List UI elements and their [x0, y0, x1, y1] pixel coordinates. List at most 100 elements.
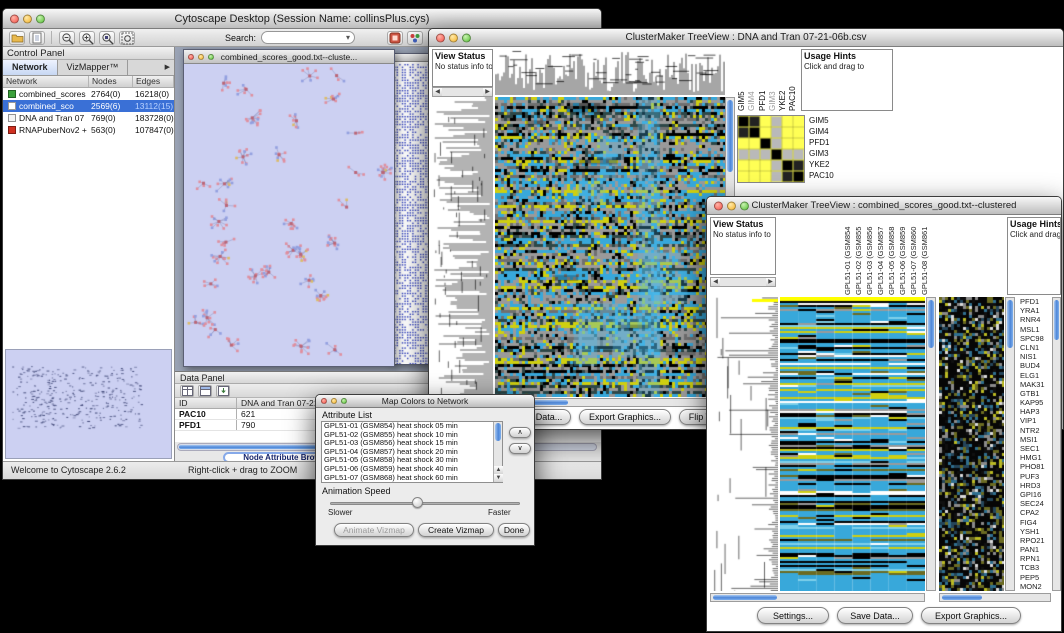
heatmap-vscrollbar[interactable] — [926, 297, 936, 591]
minimize-icon[interactable] — [727, 201, 736, 210]
open-session-icon[interactable] — [9, 31, 25, 45]
attribute-item[interactable]: GPL51-02 (GSM855) heat shock 10 min — [322, 431, 493, 440]
network-row[interactable]: DNA and Tran 07 769(0) 183728(0) — [3, 112, 174, 124]
scrollbar-thumb[interactable] — [928, 300, 934, 348]
network-graph-canvas[interactable] — [184, 64, 394, 366]
network-overview-canvas[interactable] — [6, 350, 171, 458]
network-row[interactable]: combined_scores 2764(0) 16218(0) — [3, 88, 174, 100]
listbox-vscrollbar[interactable]: ▲ ▼ — [493, 422, 502, 482]
column-label[interactable]: GPL51-01 (GSM854 — [843, 217, 854, 295]
gene-label[interactable]: BUD4 — [1018, 361, 1051, 370]
column-label[interactable]: GPL51-03 (GSM856 — [865, 217, 876, 295]
scrollbar-thumb[interactable] — [727, 100, 733, 172]
column-label[interactable]: GPL51-05 (GSM858 — [887, 217, 898, 295]
export-graphics-button[interactable]: Export Graphics... — [921, 607, 1021, 624]
column-label[interactable]: GPL51-07 (GSM860 — [909, 217, 920, 295]
row-dendrogram-canvas[interactable] — [432, 97, 493, 397]
expression-heatmap-canvas[interactable] — [780, 297, 925, 591]
secondary-hscrollbar[interactable] — [939, 593, 1051, 602]
select-attributes-icon[interactable] — [180, 385, 194, 397]
scrollbar-thumb[interactable] — [1007, 300, 1013, 348]
scroll-right-icon[interactable]: ▶ — [483, 88, 492, 96]
settings-button[interactable]: Settings... — [757, 607, 829, 624]
column-nodes[interactable]: Nodes — [89, 76, 133, 87]
move-up-button[interactable]: ∧ — [509, 427, 531, 438]
gene-label[interactable]: TCB3 — [1018, 563, 1051, 572]
scroll-left-icon[interactable]: ◀ — [433, 88, 442, 96]
tab-overflow-icon[interactable]: ▶ — [161, 60, 174, 75]
gene-label[interactable]: FIG4 — [1018, 518, 1051, 527]
scroll-up-icon[interactable]: ▲ — [494, 466, 503, 474]
gene-label[interactable]: YKE2 — [778, 49, 788, 111]
secondary-vscrollbar[interactable] — [1005, 297, 1015, 591]
zoom-window-icon[interactable] — [740, 201, 749, 210]
gene-label[interactable]: GTB1 — [1018, 389, 1051, 398]
treeview-dna-titlebar[interactable]: ClusterMaker TreeView : DNA and Tran 07-… — [429, 29, 1063, 47]
dialog-titlebar[interactable]: Map Colors to Network — [316, 395, 534, 408]
gene-label[interactable]: PEP5 — [1018, 573, 1051, 582]
gene-label[interactable]: CLN1 — [1018, 343, 1051, 352]
gene-label[interactable]: CPA2 — [1018, 508, 1051, 517]
close-icon[interactable] — [436, 33, 445, 42]
gene-label[interactable]: PAN1 — [1018, 545, 1051, 554]
attribute-item[interactable]: GPL51-04 (GSM857) heat shock 20 min — [322, 448, 493, 457]
network-row[interactable]: RNAPuberNov2 + 563(0) 107847(0) — [3, 124, 174, 136]
network-window-fragment[interactable] — [391, 53, 431, 365]
gene-label[interactable]: PAC10 — [809, 170, 834, 181]
gene-label[interactable]: NTR2 — [1018, 426, 1051, 435]
zoom-window-icon[interactable] — [462, 33, 471, 42]
zoom-in-icon[interactable] — [79, 31, 95, 45]
minimize-icon[interactable] — [198, 54, 204, 60]
column-label[interactable]: GPL51-02 (GSM855 — [854, 217, 865, 295]
heatmap-canvas[interactable] — [495, 97, 725, 397]
attribute-item[interactable]: GPL51-07 (GSM868) heat shock 60 min — [322, 474, 493, 482]
import-attributes-icon[interactable] — [216, 385, 230, 397]
gene-label[interactable]: GIM3 — [768, 49, 778, 111]
close-icon[interactable] — [321, 398, 327, 404]
attribute-item[interactable]: GPL51-03 (GSM856) heat shock 15 min — [322, 439, 493, 448]
gene-label[interactable]: GPI16 — [1018, 490, 1051, 499]
network-row-selected[interactable]: combined_sco 2569(6) 13112(15) — [3, 100, 174, 112]
create-vizmap-button[interactable]: Create Vizmap — [418, 523, 494, 537]
zoom-window-icon[interactable] — [36, 14, 45, 23]
gene-label[interactable]: HMG1 — [1018, 453, 1051, 462]
vizmapper-icon[interactable] — [407, 31, 423, 45]
save-data-button[interactable]: Save Data... — [837, 607, 913, 624]
scrollbar-thumb[interactable] — [713, 595, 777, 600]
view-status-hscrollbar[interactable]: ◀ ▶ — [710, 277, 776, 287]
speed-slider-track[interactable] — [330, 502, 520, 505]
create-attribute-icon[interactable] — [198, 385, 212, 397]
main-hscrollbar[interactable] — [710, 593, 925, 602]
tab-vizmapper[interactable]: VizMapper™ — [58, 60, 129, 75]
gene-label[interactable]: PFD1 — [758, 49, 768, 111]
gene-label[interactable]: YRA1 — [1018, 306, 1051, 315]
zoom-fit-icon[interactable] — [119, 31, 135, 45]
gene-label[interactable]: GIM4 — [747, 49, 757, 111]
gene-label[interactable]: NIS1 — [1018, 352, 1051, 361]
gene-label[interactable]: MSI1 — [1018, 435, 1051, 444]
gene-label[interactable]: KAP95 — [1018, 398, 1051, 407]
gene-label[interactable]: PFD1 — [1018, 297, 1051, 306]
gene-label[interactable]: YKE2 — [809, 159, 834, 170]
network-view-titlebar[interactable]: combined_scores_good.txt--cluste... — [184, 50, 394, 64]
gene-label[interactable]: YSH1 — [1018, 527, 1051, 536]
gene-label[interactable]: GIM5 — [809, 115, 834, 126]
gene-label[interactable]: GIM3 — [809, 148, 834, 159]
zoom-out-icon[interactable] — [59, 31, 75, 45]
fragment-titlebar[interactable] — [392, 54, 430, 62]
zoom-selected-icon[interactable] — [99, 31, 115, 45]
attribute-listbox[interactable]: GPL51-01 (GSM854) heat shock 05 minGPL51… — [321, 421, 503, 483]
view-status-hscrollbar[interactable]: ◀ ▶ — [432, 87, 493, 97]
secondary-heatmap-canvas[interactable] — [939, 297, 1004, 591]
minimize-icon[interactable] — [331, 398, 337, 404]
gene-label[interactable]: HAP3 — [1018, 407, 1051, 416]
gene-label[interactable]: RPO21 — [1018, 536, 1051, 545]
import-network-icon[interactable] — [29, 31, 45, 45]
gene-label[interactable]: RNR4 — [1018, 315, 1051, 324]
move-down-button[interactable]: ∨ — [509, 443, 531, 454]
scroll-right-icon[interactable]: ▶ — [766, 278, 775, 286]
search-input-box[interactable]: ▾ — [261, 31, 355, 44]
close-icon[interactable] — [10, 14, 19, 23]
attribute-item[interactable]: GPL51-01 (GSM854) heat shock 05 min — [322, 422, 493, 431]
minimize-icon[interactable] — [449, 33, 458, 42]
